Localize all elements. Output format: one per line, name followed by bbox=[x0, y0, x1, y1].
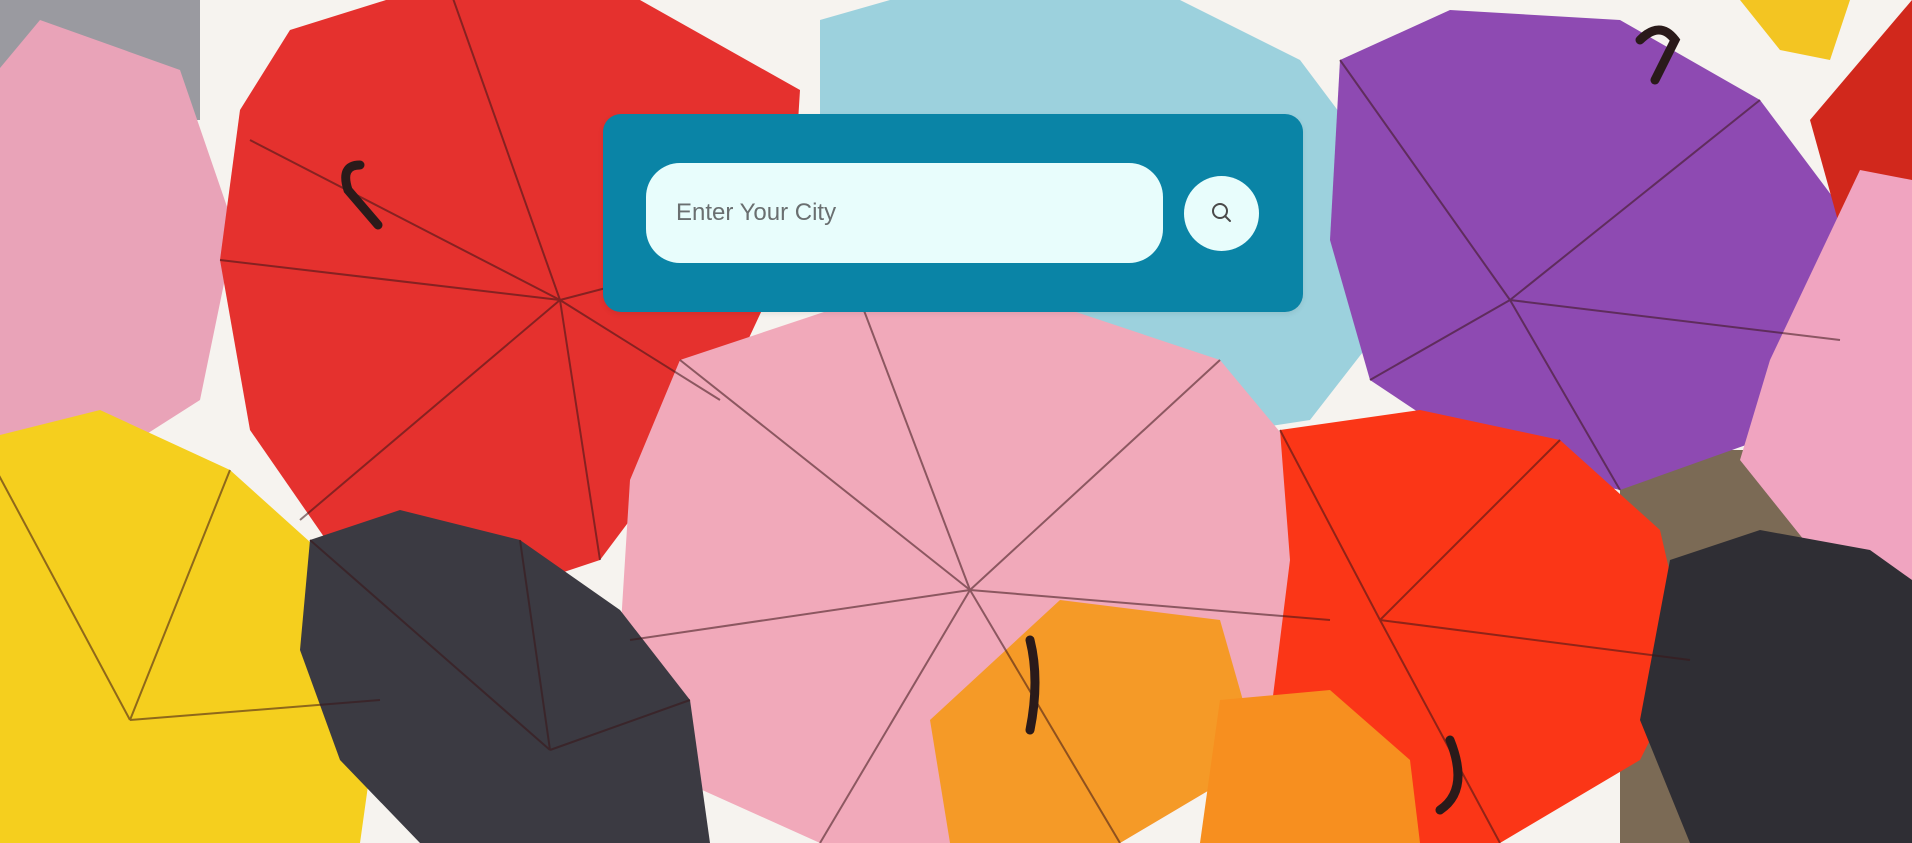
search-button[interactable] bbox=[1184, 175, 1259, 251]
search-icon bbox=[1210, 201, 1234, 225]
search-card bbox=[603, 114, 1303, 312]
city-search-input[interactable] bbox=[646, 163, 1163, 263]
